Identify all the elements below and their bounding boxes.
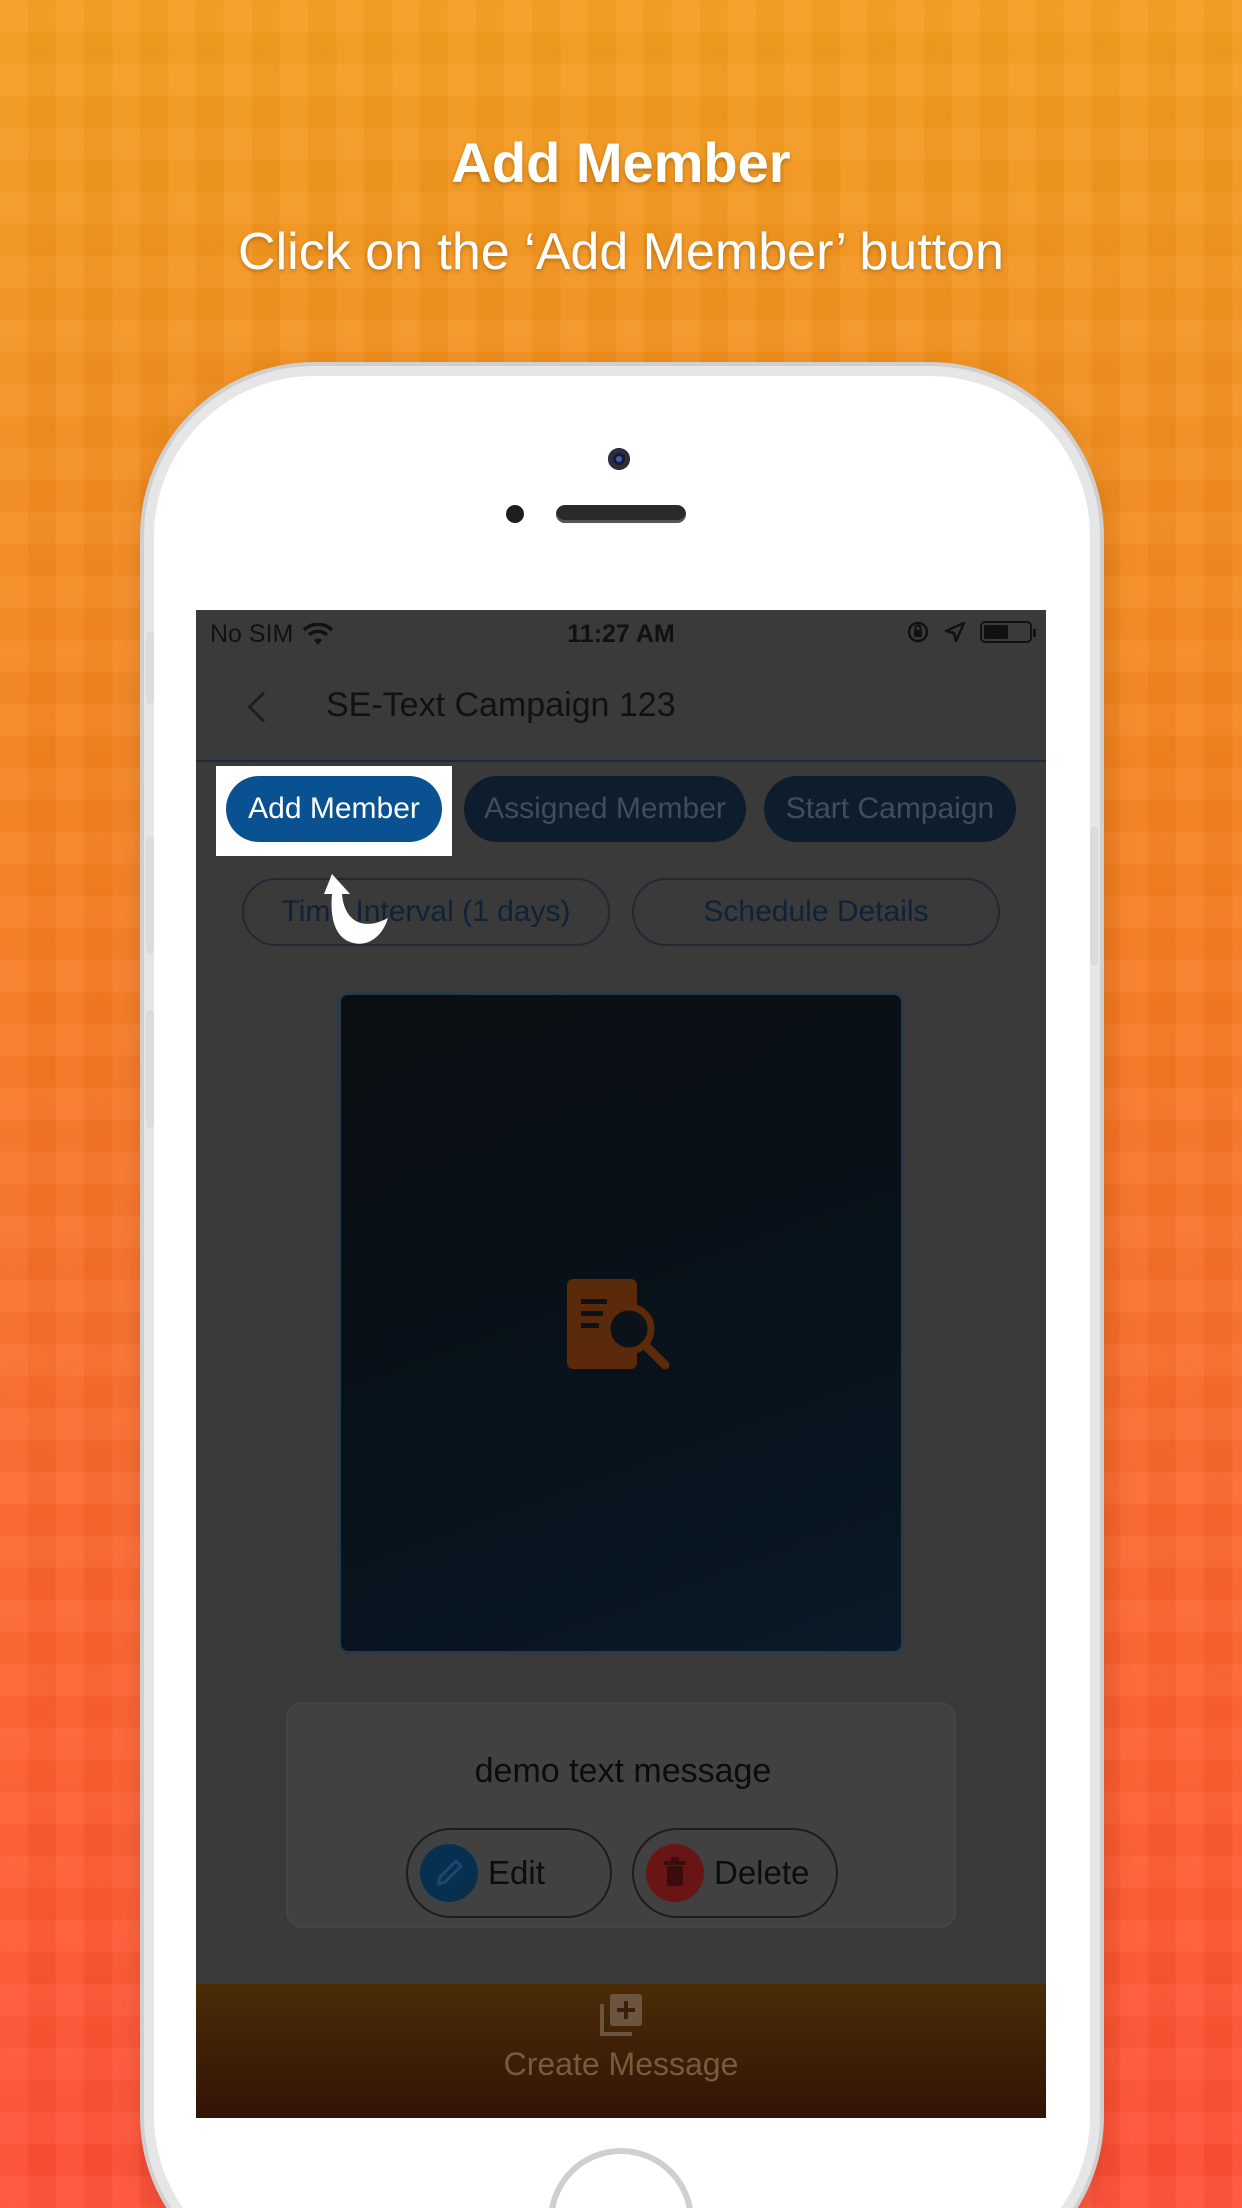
promo-subtitle: Click on the ‘Add Member’ button [238,223,1004,281]
mute-switch [146,632,154,704]
phone-screen: No SIM 11:27 AM SE-Text Campaign 123 Add… [196,610,1046,2118]
message-text: demo text message [474,1752,772,1790]
message-card: demo text message Edit Delete [286,1702,956,1928]
navigation-bar: SE-Text Campaign 123 [196,656,1046,762]
delete-button[interactable]: Delete [632,1828,838,1918]
volume-up-button [146,836,154,954]
trash-icon [646,1844,704,1902]
create-message-bar[interactable]: Create Message [196,1984,1046,2118]
add-member-button[interactable]: Add Member [226,776,442,842]
add-stack-icon [600,1994,642,2036]
proximity-sensor [506,505,524,523]
assigned-member-button[interactable]: Assigned Member [464,776,746,842]
battery-icon [980,621,1036,643]
location-arrow-icon [944,621,966,643]
tutorial-arrow-icon [324,874,388,944]
power-button [1090,826,1098,966]
front-camera [608,448,630,470]
edit-label: Edit [488,1854,545,1891]
volume-down-button [146,1010,154,1128]
media-preview [338,992,904,1654]
status-bar: No SIM 11:27 AM [196,610,1046,656]
page-title: SE-Text Campaign 123 [326,686,676,724]
start-campaign-button[interactable]: Start Campaign [764,776,1016,842]
earpiece-speaker [556,505,686,523]
document-search-icon [567,1279,670,1370]
chevron-left-icon[interactable] [247,691,279,723]
delete-label: Delete [714,1854,810,1891]
create-message-label: Create Message [503,2046,739,2082]
time-interval-button[interactable]: Time Interval (1 days) [242,878,610,946]
schedule-details-button[interactable]: Schedule Details [632,878,1000,946]
edit-button[interactable]: Edit [406,1828,612,1918]
pencil-icon [420,1844,478,1902]
orientation-lock-icon [907,621,929,643]
promo-title: Add Member [451,131,791,194]
